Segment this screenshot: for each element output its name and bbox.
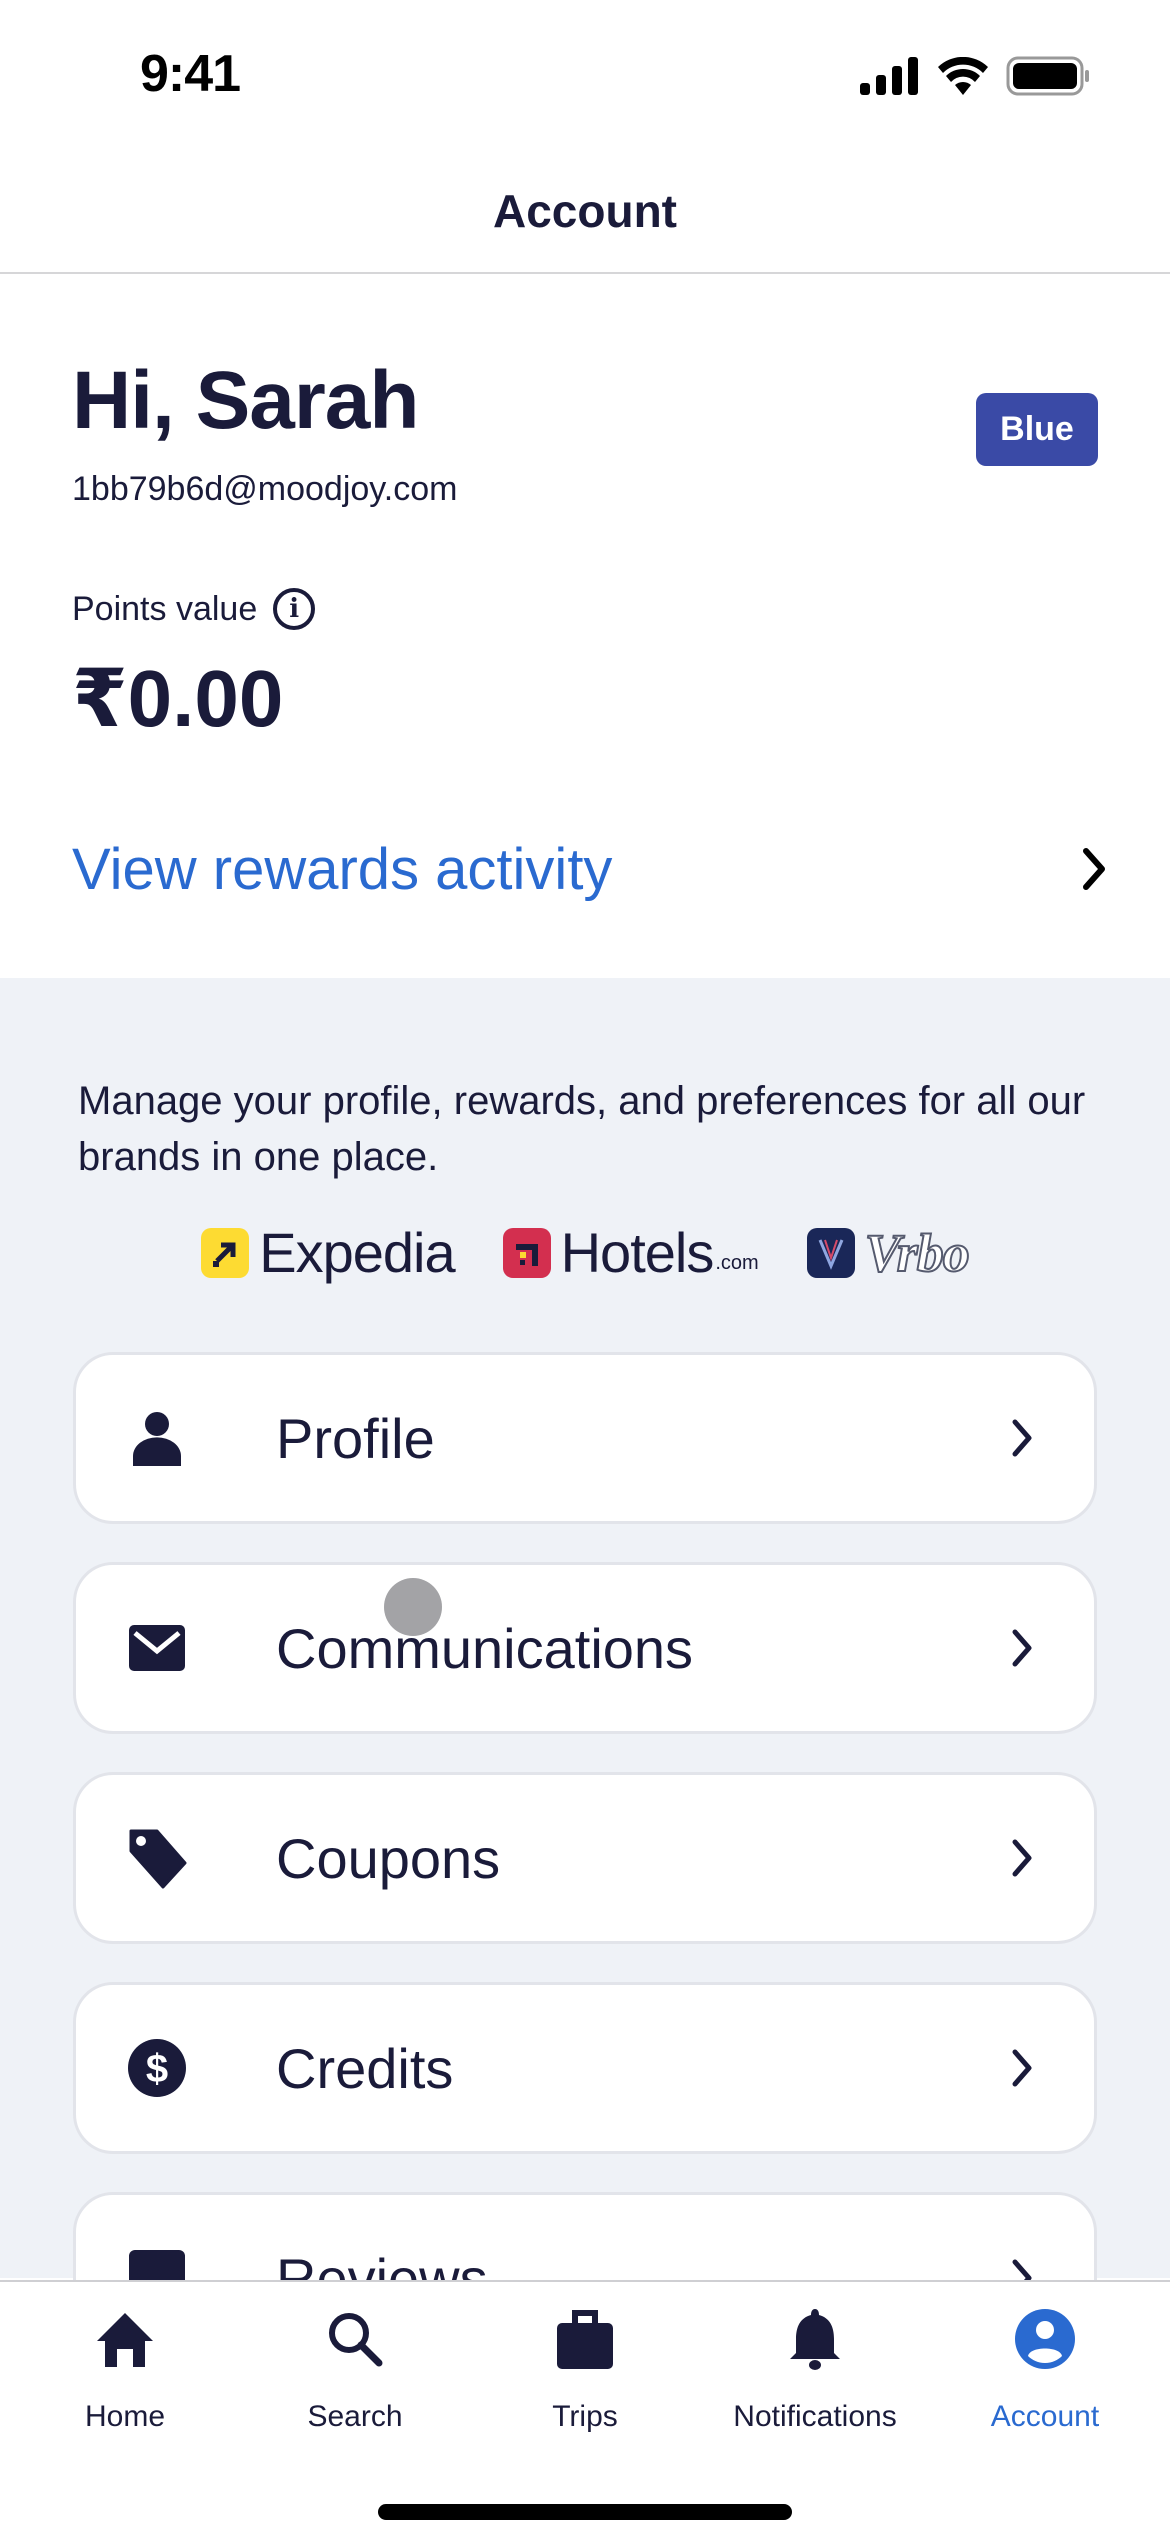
points-label: Points value — [72, 589, 258, 628]
status-time: 9:41 — [140, 45, 241, 103]
expedia-logo-icon — [201, 1227, 250, 1278]
menu-label: Communications — [276, 1616, 694, 1680]
view-rewards-activity-link[interactable]: View rewards activity — [0, 804, 1170, 934]
brands-description: Manage your profile, rewards, and prefer… — [78, 1079, 1086, 1179]
brand-name: Vrbo — [864, 1222, 971, 1284]
status-bar: 9:41 — [0, 0, 1170, 150]
account-summary: Hi, Sarah 1bb79b6d@moodjoy.com Blue Poin… — [0, 274, 1170, 978]
account-icon — [1010, 2304, 1080, 2374]
tab-label: Trips — [552, 2400, 618, 2433]
chevron-right-icon — [1012, 1629, 1032, 1667]
bottom-tab-bar: Home Search Trips Notifications Account — [0, 2280, 1170, 2532]
home-indicator — [378, 2504, 792, 2520]
bell-icon — [780, 2304, 850, 2374]
tab-account[interactable]: Account — [935, 2282, 1155, 2434]
menu-item-communications[interactable]: Communications — [73, 1562, 1097, 1734]
menu-item-coupons[interactable]: Coupons — [73, 1772, 1097, 1944]
tab-label: Notifications — [733, 2400, 897, 2433]
battery-icon — [1006, 56, 1089, 96]
points-label-row: Points value i — [72, 588, 316, 630]
tab-trips[interactable]: Trips — [475, 2282, 695, 2434]
tab-label: Search — [307, 2400, 403, 2433]
hotels-logo-icon — [502, 1227, 551, 1278]
touch-indicator — [384, 1578, 442, 1636]
tab-home[interactable]: Home — [15, 2282, 235, 2434]
menu-item-credits[interactable]: $ Credits — [73, 1982, 1097, 2154]
brand-logos: Expedia Hotels .com Vrbo — [0, 1220, 1170, 1285]
status-icons — [860, 56, 1090, 96]
menu-label: Profile — [276, 1406, 435, 1470]
brand-suffix: .com — [715, 1252, 759, 1274]
rewards-link-label: View rewards activity — [72, 836, 613, 902]
points-value: ₹0.00 — [72, 654, 284, 743]
vrbo-logo-icon — [806, 1227, 855, 1278]
person-icon — [126, 1407, 188, 1469]
wifi-icon — [938, 57, 988, 95]
chevron-right-icon — [1012, 1419, 1032, 1457]
brand-vrbo: Vrbo — [806, 1222, 971, 1284]
brand-name: Expedia — [259, 1221, 455, 1284]
mail-icon — [126, 1617, 188, 1679]
chevron-right-icon — [1012, 1839, 1032, 1877]
suitcase-icon — [550, 2304, 620, 2374]
tab-notifications[interactable]: Notifications — [705, 2282, 925, 2434]
tab-search[interactable]: Search — [245, 2282, 465, 2434]
account-menu: Profile Communications Coupons $ Credits — [73, 1352, 1097, 2402]
tab-label: Account — [990, 2400, 1100, 2433]
svg-text:$: $ — [146, 2047, 168, 2091]
info-icon[interactable]: i — [273, 588, 316, 630]
menu-label: Coupons — [276, 1826, 501, 1890]
user-email: 1bb79b6d@moodjoy.com — [72, 470, 458, 508]
page-title: Account — [493, 185, 677, 237]
navigation-header: Account — [0, 150, 1170, 274]
tag-icon — [126, 1827, 188, 1889]
menu-label: Credits — [276, 2036, 454, 2100]
tab-label: Home — [84, 2400, 166, 2433]
greeting: Hi, Sarah — [72, 355, 419, 446]
brand-name: Hotels — [560, 1221, 715, 1284]
cellular-signal-icon — [860, 57, 918, 95]
brand-hotels: Hotels .com — [502, 1220, 759, 1285]
brand-expedia: Expedia — [201, 1220, 456, 1285]
settings-section: Manage your profile, rewards, and prefer… — [0, 978, 1170, 2364]
dollar-circle-icon: $ — [126, 2037, 188, 2099]
search-icon — [320, 2304, 390, 2374]
chevron-right-icon — [1083, 848, 1105, 890]
tier-badge[interactable]: Blue — [976, 393, 1098, 466]
home-icon — [90, 2304, 160, 2374]
chevron-right-icon — [1012, 2049, 1032, 2087]
menu-item-profile[interactable]: Profile — [73, 1352, 1097, 1524]
